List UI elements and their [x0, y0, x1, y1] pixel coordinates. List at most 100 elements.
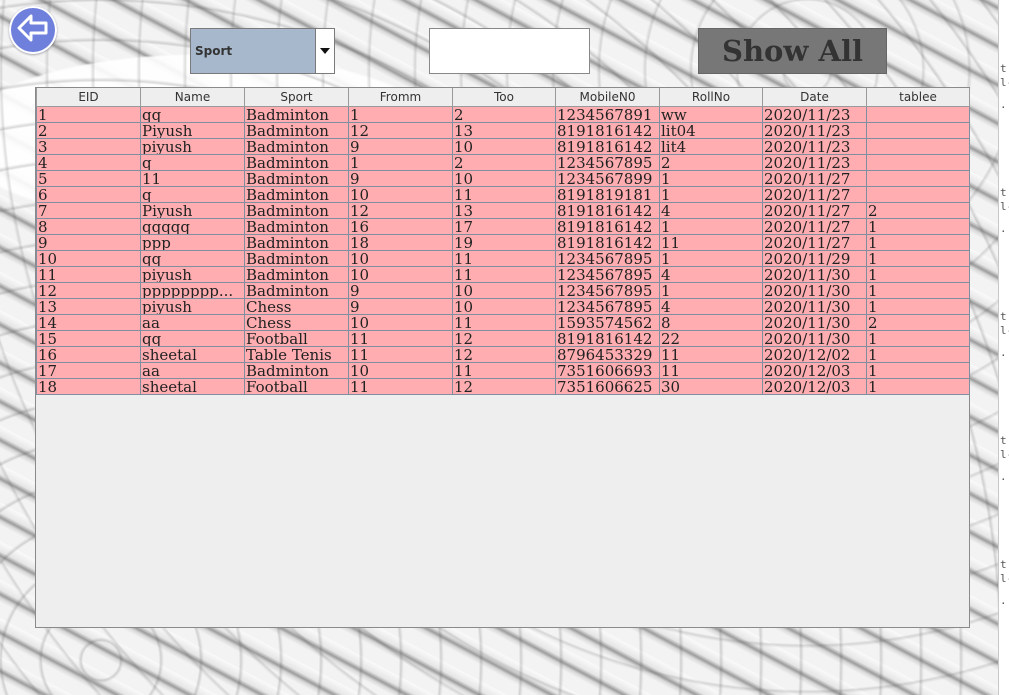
- table-cell-name[interactable]: piyush: [140, 138, 245, 155]
- table-cell-mobilen0[interactable]: 1234567891: [555, 106, 660, 123]
- table-row[interactable]: 10 qq Badminton 10 11 1234567895 1 2020/11/29 1: [36, 250, 970, 267]
- table-cell-mobilen0[interactable]: 8191816142: [555, 330, 660, 347]
- table-cell-rollno[interactable]: 2: [659, 154, 763, 171]
- table-cell-rollno[interactable]: ww: [659, 106, 763, 123]
- table-cell-tablee[interactable]: [866, 186, 970, 203]
- table-cell-tablee[interactable]: [866, 138, 970, 155]
- column-header-too[interactable]: Too: [452, 88, 556, 107]
- table-cell-name[interactable]: qq: [140, 250, 245, 267]
- table-cell-tablee[interactable]: 1: [866, 266, 970, 283]
- table-cell-fromm[interactable]: 1: [348, 106, 453, 123]
- table-cell-rollno[interactable]: 11: [659, 346, 763, 363]
- table-row[interactable]: 13 piyush Chess 9 10 1234567895 4 2020/11/30 1: [36, 298, 970, 315]
- table-cell-tablee[interactable]: [866, 154, 970, 171]
- table-cell-mobilen0[interactable]: 8191819181: [555, 186, 660, 203]
- table-cell-mobilen0[interactable]: 8191816142: [555, 138, 660, 155]
- table-cell-rollno[interactable]: 1: [659, 282, 763, 299]
- table-cell-fromm[interactable]: 1: [348, 154, 453, 171]
- table-cell-date[interactable]: 2020/11/30: [762, 330, 867, 347]
- table-cell-sport[interactable]: Badminton: [244, 170, 349, 187]
- table-cell-fromm[interactable]: 11: [348, 346, 453, 363]
- table-cell-date[interactable]: 2020/11/27: [762, 234, 867, 251]
- table-cell-sport[interactable]: Football: [244, 378, 349, 395]
- table-cell-too[interactable]: 11: [452, 314, 556, 331]
- table-cell-date[interactable]: 2020/12/02: [762, 346, 867, 363]
- table-cell-name[interactable]: qqqqq: [140, 218, 245, 235]
- table-cell-fromm[interactable]: 9: [348, 282, 453, 299]
- table-cell-date[interactable]: 2020/11/27: [762, 218, 867, 235]
- column-header-fromm[interactable]: Fromm: [348, 88, 453, 107]
- table-cell-fromm[interactable]: 16: [348, 218, 453, 235]
- table-cell-tablee[interactable]: 1: [866, 282, 970, 299]
- column-header-name[interactable]: Name: [140, 88, 245, 107]
- table-cell-mobilen0[interactable]: 1234567895: [555, 154, 660, 171]
- table-cell-date[interactable]: 2020/11/27: [762, 170, 867, 187]
- table-cell-date[interactable]: 2020/11/30: [762, 266, 867, 283]
- table-cell-date[interactable]: 2020/11/30: [762, 298, 867, 315]
- table-cell-sport[interactable]: Football: [244, 330, 349, 347]
- table-cell-name[interactable]: qq: [140, 106, 245, 123]
- table-cell-tablee[interactable]: 1: [866, 298, 970, 315]
- column-header-mobilen0[interactable]: MobileN0: [555, 88, 660, 107]
- table-cell-sport[interactable]: Badminton: [244, 138, 349, 155]
- table-cell-eid[interactable]: 5: [36, 170, 141, 187]
- table-row[interactable]: 14 aa Chess 10 11 1593574562 8 2020/11/30 2: [36, 314, 970, 331]
- table-cell-date[interactable]: 2020/12/03: [762, 378, 867, 395]
- table-cell-mobilen0[interactable]: 1234567899: [555, 170, 660, 187]
- table-cell-name[interactable]: ppp: [140, 234, 245, 251]
- table-cell-eid[interactable]: 14: [36, 314, 141, 331]
- table-cell-mobilen0[interactable]: 1234567895: [555, 282, 660, 299]
- table-cell-too[interactable]: 12: [452, 330, 556, 347]
- table-cell-date[interactable]: 2020/11/27: [762, 186, 867, 203]
- table-cell-name[interactable]: aa: [140, 314, 245, 331]
- table-cell-tablee[interactable]: 1: [866, 346, 970, 363]
- table-cell-tablee[interactable]: 1: [866, 234, 970, 251]
- table-cell-eid[interactable]: 15: [36, 330, 141, 347]
- table-cell-sport[interactable]: Badminton: [244, 186, 349, 203]
- table-row[interactable]: 6 q Badminton 10 11 8191819181 1 2020/11/27: [36, 186, 970, 203]
- table-cell-mobilen0[interactable]: 8796453329: [555, 346, 660, 363]
- column-header-rollno[interactable]: RollNo: [659, 88, 763, 107]
- table-cell-mobilen0[interactable]: 8191816142: [555, 234, 660, 251]
- table-cell-eid[interactable]: 11: [36, 266, 141, 283]
- table-cell-eid[interactable]: 13: [36, 298, 141, 315]
- table-cell-eid[interactable]: 7: [36, 202, 141, 219]
- table-cell-fromm[interactable]: 12: [348, 122, 453, 139]
- table-cell-fromm[interactable]: 18: [348, 234, 453, 251]
- show-all-button[interactable]: Show All: [698, 28, 887, 74]
- table-cell-rollno[interactable]: lit4: [659, 138, 763, 155]
- table-cell-tablee[interactable]: 1: [866, 330, 970, 347]
- table-cell-rollno[interactable]: 8: [659, 314, 763, 331]
- table-cell-date[interactable]: 2020/11/23: [762, 138, 867, 155]
- search-input[interactable]: [429, 28, 590, 74]
- table-cell-tablee[interactable]: 1: [866, 378, 970, 395]
- table-cell-date[interactable]: 2020/11/23: [762, 106, 867, 123]
- table-row[interactable]: 2 Piyush Badminton 12 13 8191816142 lit04 2020/…: [36, 122, 970, 139]
- table-cell-tablee[interactable]: [866, 106, 970, 123]
- table-cell-too[interactable]: 12: [452, 346, 556, 363]
- table-cell-fromm[interactable]: 9: [348, 170, 453, 187]
- table-cell-rollno[interactable]: 1: [659, 186, 763, 203]
- table-cell-sport[interactable]: Chess: [244, 314, 349, 331]
- table-cell-mobilen0[interactable]: 1234567895: [555, 298, 660, 315]
- table-cell-rollno[interactable]: 1: [659, 170, 763, 187]
- table-cell-mobilen0[interactable]: 8191816142: [555, 218, 660, 235]
- table-cell-too[interactable]: 12: [452, 378, 556, 395]
- table-cell-mobilen0[interactable]: 1234567895: [555, 266, 660, 283]
- table-cell-mobilen0[interactable]: 7351606625: [555, 378, 660, 395]
- table-cell-rollno[interactable]: 1: [659, 250, 763, 267]
- table-cell-eid[interactable]: 3: [36, 138, 141, 155]
- table-cell-rollno[interactable]: 30: [659, 378, 763, 395]
- table-cell-fromm[interactable]: 9: [348, 138, 453, 155]
- table-cell-sport[interactable]: Badminton: [244, 234, 349, 251]
- table-cell-fromm[interactable]: 11: [348, 330, 453, 347]
- table-cell-sport[interactable]: Badminton: [244, 362, 349, 379]
- table-row[interactable]: 5 11 Badminton 9 10 1234567899 1 2020/11/27: [36, 170, 970, 187]
- table-cell-rollno[interactable]: 22: [659, 330, 763, 347]
- table-cell-name[interactable]: sheetal: [140, 378, 245, 395]
- table-cell-name[interactable]: pppppppp...: [140, 282, 245, 299]
- table-row[interactable]: 18 sheetal Football 11 12 7351606625 30 2020/12…: [36, 378, 970, 395]
- table-cell-name[interactable]: 11: [140, 170, 245, 187]
- table-cell-sport[interactable]: Table Tenis: [244, 346, 349, 363]
- table-cell-name[interactable]: piyush: [140, 266, 245, 283]
